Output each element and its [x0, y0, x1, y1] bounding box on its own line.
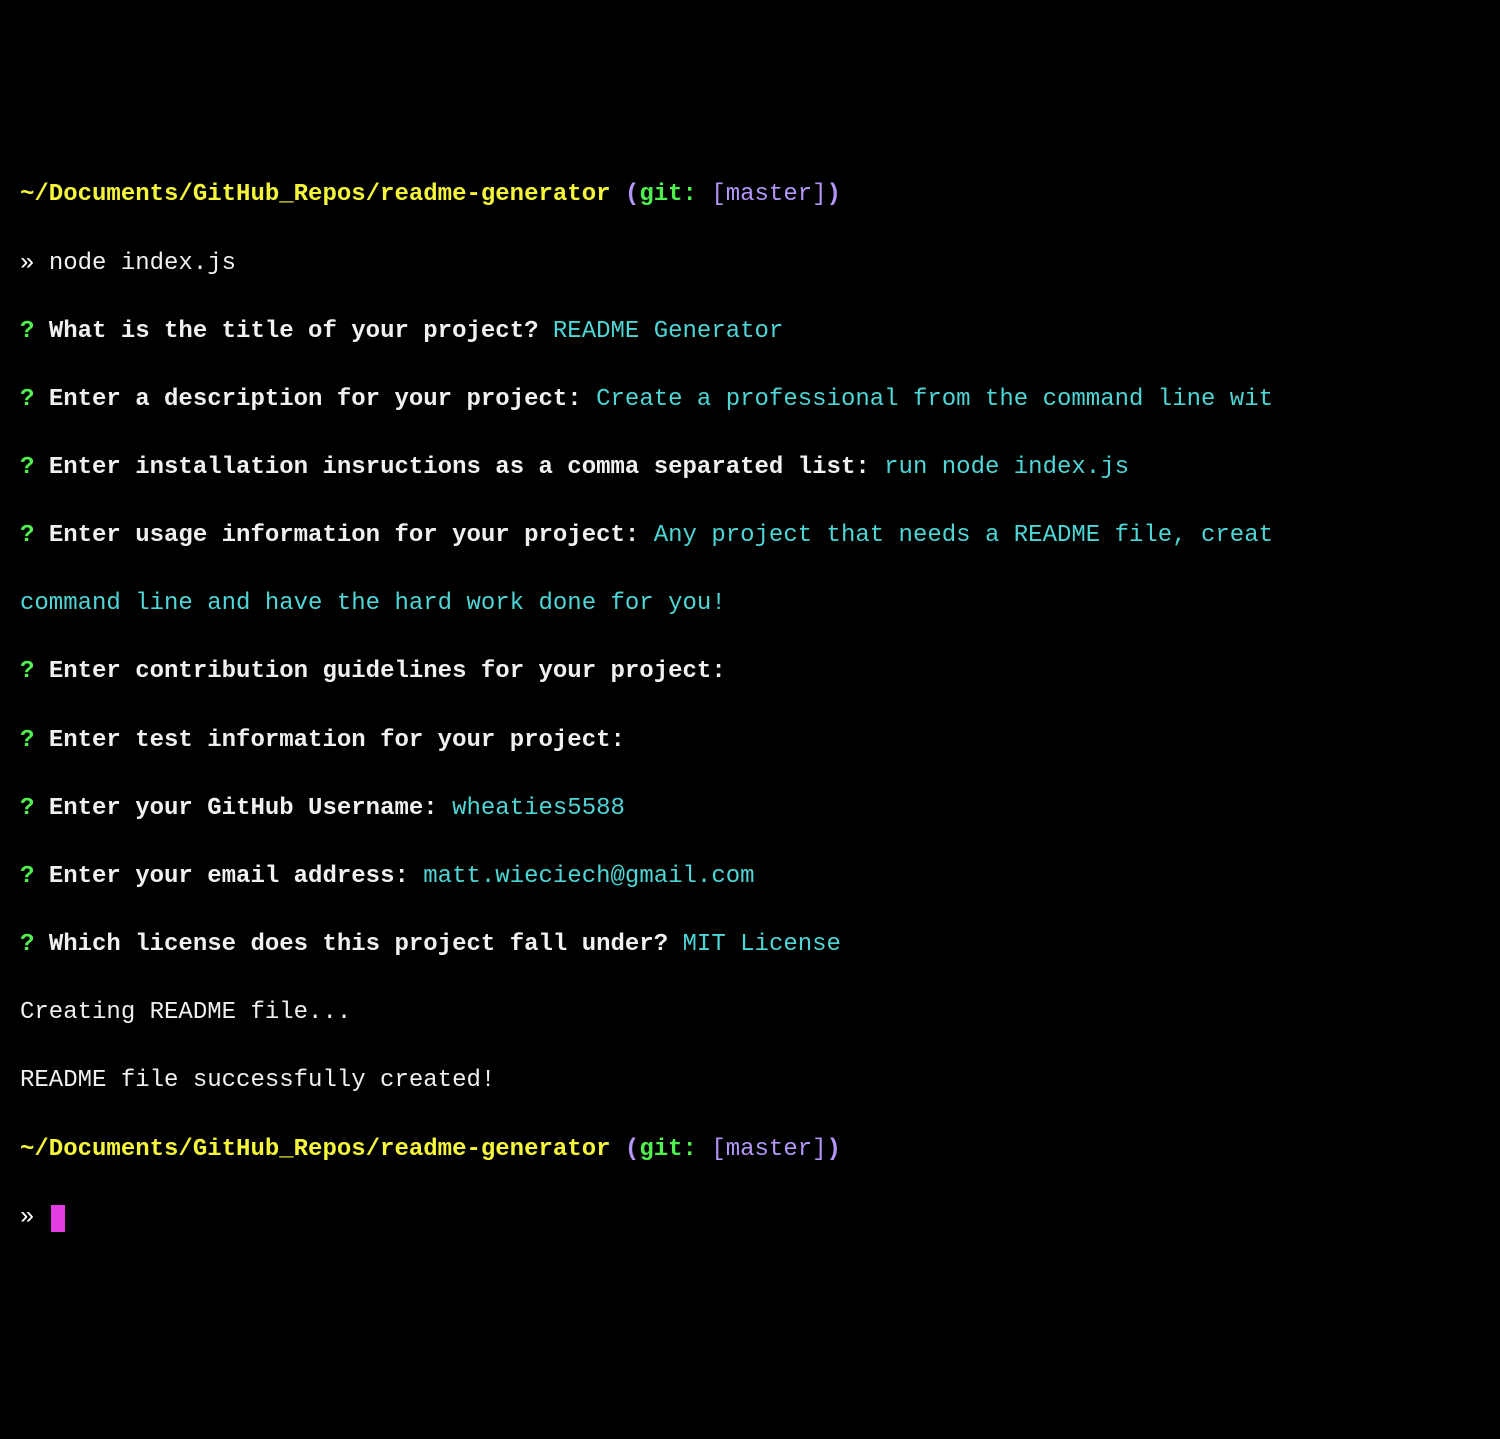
question-answer: Create a professional from the command l…: [582, 386, 1273, 413]
question-line-7: ? Enter your GitHub Username: wheaties55…: [20, 792, 1480, 826]
question-mark-icon: ?: [20, 727, 49, 754]
question-answer: README Generator: [539, 318, 784, 345]
git-word: git:: [639, 1136, 697, 1163]
question-prompt: Enter test information for your project:: [49, 727, 625, 754]
question-prompt: Enter contribution guidelines for your p…: [49, 658, 726, 685]
command-text: node index.js: [49, 250, 236, 277]
git-branch: [master]: [697, 181, 827, 208]
terminal-output[interactable]: ~/Documents/GitHub_Repos/readme-generato…: [20, 144, 1480, 1269]
git-close: ): [827, 181, 841, 208]
question-prompt: Enter usage information for your project…: [49, 522, 640, 549]
prompt-path: ~/Documents/GitHub_Repos/readme-generato…: [20, 181, 611, 208]
question-answer-continuation: command line and have the hard work done…: [20, 590, 726, 617]
git-open: (: [611, 1136, 640, 1163]
question-mark-icon: ?: [20, 863, 49, 890]
prompt-arrow-icon: »: [20, 250, 49, 277]
question-prompt: Enter installation insructions as a comm…: [49, 454, 870, 481]
question-line-9: ? Which license does this project fall u…: [20, 928, 1480, 962]
git-open: (: [611, 181, 640, 208]
prompt-arrow-icon: »: [20, 1204, 49, 1231]
question-prompt: What is the title of your project?: [49, 318, 539, 345]
question-line-2: ? Enter a description for your project: …: [20, 383, 1480, 417]
question-answer: matt.wieciech@gmail.com: [409, 863, 755, 890]
git-word: git:: [639, 181, 697, 208]
command-line-1: » node index.js: [20, 247, 1480, 281]
prompt-line-1: ~/Documents/GitHub_Repos/readme-generato…: [20, 178, 1480, 212]
question-answer: wheaties5588: [438, 795, 625, 822]
question-answer: run node index.js: [870, 454, 1129, 481]
question-mark-icon: ?: [20, 386, 49, 413]
question-line-1: ? What is the title of your project? REA…: [20, 315, 1480, 349]
question-answer: Any project that needs a README file, cr…: [639, 522, 1273, 549]
question-mark-icon: ?: [20, 658, 49, 685]
status-line-2: README file successfully created!: [20, 1064, 1480, 1098]
cursor-icon: [51, 1205, 65, 1231]
question-prompt: Enter your GitHub Username:: [49, 795, 438, 822]
git-close: ): [827, 1136, 841, 1163]
question-line-3: ? Enter installation insructions as a co…: [20, 451, 1480, 485]
question-prompt: Enter a description for your project:: [49, 386, 582, 413]
question-line-5: ? Enter contribution guidelines for your…: [20, 655, 1480, 689]
question-prompt: Enter your email address:: [49, 863, 409, 890]
git-branch: [master]: [697, 1136, 827, 1163]
question-mark-icon: ?: [20, 318, 49, 345]
question-line-4: ? Enter usage information for your proje…: [20, 519, 1480, 553]
question-prompt: Which license does this project fall und…: [49, 931, 668, 958]
question-mark-icon: ?: [20, 454, 49, 481]
command-line-2[interactable]: »: [20, 1201, 1480, 1235]
question-mark-icon: ?: [20, 795, 49, 822]
question-line-6: ? Enter test information for your projec…: [20, 724, 1480, 758]
question-line-8: ? Enter your email address: matt.wieciec…: [20, 860, 1480, 894]
prompt-path: ~/Documents/GitHub_Repos/readme-generato…: [20, 1136, 611, 1163]
question-line-4-cont: command line and have the hard work done…: [20, 587, 1480, 621]
question-mark-icon: ?: [20, 931, 49, 958]
question-mark-icon: ?: [20, 522, 49, 549]
prompt-line-2: ~/Documents/GitHub_Repos/readme-generato…: [20, 1133, 1480, 1167]
status-line-1: Creating README file...: [20, 996, 1480, 1030]
question-answer: MIT License: [668, 931, 841, 958]
